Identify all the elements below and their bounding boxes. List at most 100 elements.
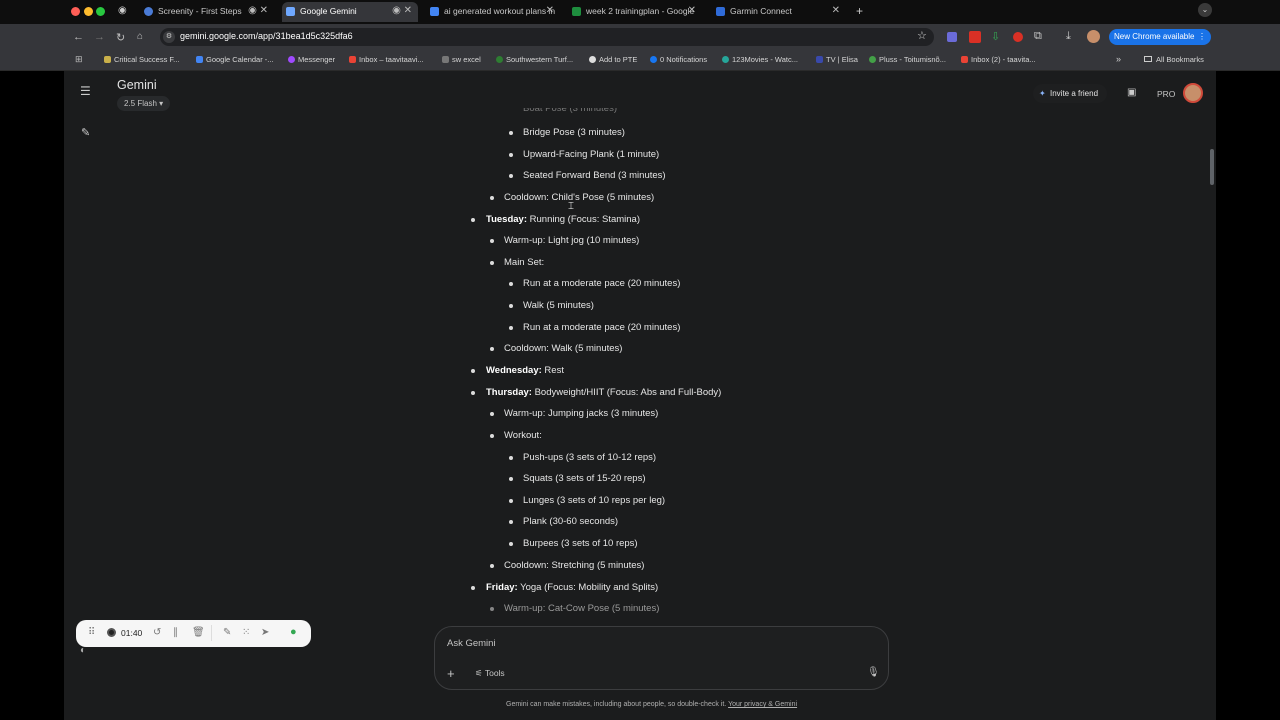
list-item: Push-ups (3 sets of 10-12 reps) [523,452,657,463]
new-chrome-available-button[interactable]: New Chrome available ⋮ [1109,29,1211,45]
toolbar-divider [211,625,212,641]
tab-search-icon[interactable]: ⌄ [1198,3,1212,17]
download-extension-icon[interactable]: ⇩ [991,30,1000,43]
list-item: Warm-up: Jumping jacks (3 minutes) [504,408,659,419]
gemini-favicon-icon [286,7,295,16]
camera-toggle-icon[interactable]: ◐ [80,645,86,656]
blur-icon[interactable]: ⁙ [242,627,250,638]
bookmark-favicon-icon [589,56,596,63]
more-bookmarks-icon[interactable]: » [1116,54,1121,64]
delete-icon[interactable]: 🗑 [192,627,205,638]
list-item: Walk (5 minutes) [523,300,594,311]
list-item: Warm-up: Cat-Cow Pose (5 minutes) [504,603,660,614]
bookmark-critical-success[interactable]: Critical Success F... [104,55,179,64]
invite-friend-button[interactable]: ✦ Invite a friend [1033,84,1108,103]
extension-icon[interactable] [947,32,957,42]
bookmark-tv-elisa[interactable]: TV | Elisa [816,55,858,64]
close-window-button[interactable] [71,7,80,16]
privacy-link[interactable]: Your privacy & Gemini [728,701,797,708]
forward-icon[interactable]: → [94,31,105,43]
close-tab-icon[interactable]: ✕ [546,2,554,20]
close-tab-icon[interactable]: ✕ [832,2,840,20]
bookmark-favicon-icon [869,56,876,63]
list-item: Squats (3 sets of 15-20 reps) [523,473,646,484]
apps-grid-icon[interactable]: ⊞ [75,54,83,65]
site-info-icon[interactable]: ⚙ [163,31,175,43]
add-files-icon[interactable]: + [447,666,455,681]
list-item: Cooldown: Child's Pose (5 minutes) [504,192,655,203]
bookmark-123movies[interactable]: 123Movies - Watc... [722,55,798,64]
extensions-puzzle-icon[interactable]: ⧉ [1034,30,1042,43]
list-item: Warm-up: Light jog (10 minutes) [504,235,640,246]
microphone-status-icon[interactable]: ● [290,626,297,638]
pen-icon[interactable]: ✎ [223,627,231,638]
app-title: Gemini [117,78,157,92]
disclaimer: Gemini can make mistakes, including abou… [506,701,798,708]
bookmark-favicon-icon [722,56,729,63]
bookmark-add-to-pte[interactable]: Add to PTE [589,55,637,64]
bookmark-star-icon[interactable]: ☆ [917,29,927,42]
sparkle-icon: ✦ [1039,89,1046,98]
list-item: Bridge Pose (3 minutes) [523,127,625,138]
all-bookmarks-button[interactable]: All Bookmarks [1144,55,1204,64]
bookmark-notifications[interactable]: 0 Notifications [650,55,707,64]
model-selector[interactable]: 2.5 Flash ▾ [117,96,171,111]
home-icon[interactable]: ⌂ [137,31,143,42]
close-tab-icon[interactable]: ◉ ✕ [392,2,412,20]
maximize-window-button[interactable] [96,7,105,16]
calendar-extension-icon[interactable] [969,31,981,43]
tab-week-2-trainingplan[interactable]: week 2 trainingplan - Google ✕ [568,2,702,22]
scrollbar-thumb[interactable] [1210,149,1214,185]
bookmark-messenger[interactable]: Messenger [288,55,335,64]
bookmark-favicon-icon [349,56,356,63]
tab-garmin-connect[interactable]: Garmin Connect ✕ [712,2,846,22]
minimize-window-button[interactable] [84,7,93,16]
main-menu-icon[interactable]: ☰ [80,84,91,98]
list-item: Run at a moderate pace (20 minutes) [523,278,681,289]
day-heading-wednesday: Wednesday: Rest [486,365,564,376]
list-item: Plank (30-60 seconds) [523,516,619,527]
account-avatar[interactable] [1183,83,1203,103]
back-icon[interactable]: ← [73,31,84,43]
bookmark-inbox[interactable]: Inbox – taavitaavi... [349,55,424,64]
tab-ai-workout-plans[interactable]: ai generated workout plans in ✕ [426,2,560,22]
list-item: Cooldown: Walk (5 minutes) [504,343,623,354]
list-item: Lunges (3 sets of 10 reps per leg) [523,495,666,506]
folder-icon [1144,56,1152,62]
new-chat-icon[interactable]: ✎ [81,126,90,139]
tab-screenity[interactable]: Screenity - First Steps ◉ ✕ [140,2,274,22]
share-icon[interactable]: ▣ [1127,87,1136,98]
bookmark-favicon-icon [496,56,503,63]
more-menu-icon: ⋮ [1198,32,1206,41]
ask-gemini-input[interactable]: Ask Gemini [447,638,496,649]
new-tab-button[interactable]: + [856,4,863,18]
bookmark-sw-excel[interactable]: sw excel [442,55,481,64]
close-tab-icon[interactable]: ✕ [688,2,696,20]
screenity-recording-icon[interactable]: ◉ [118,5,127,16]
bookmark-favicon-icon [104,56,111,63]
bookmark-google-calendar[interactable]: Google Calendar -... [196,55,274,64]
bookmark-pluss[interactable]: Pluss - Toitumisnõ... [869,55,946,64]
tools-button[interactable]: ⚟ Tools [475,668,505,679]
bookmark-southwestern-turf[interactable]: Southwestern Turf... [496,55,573,64]
list-item: Cooldown: Stretching (5 minutes) [504,560,645,571]
folder-icon [442,56,449,63]
downloads-icon[interactable]: ⤓ [1066,30,1071,43]
pause-icon[interactable]: ∥ [173,627,178,638]
drag-handle-icon[interactable]: ⠿ [88,627,95,638]
restart-icon[interactable]: ↺ [153,627,161,638]
profile-avatar-icon[interactable] [1087,30,1100,43]
recording-dot-icon [107,628,116,637]
close-tab-icon[interactable]: ◉ ✕ [248,2,268,20]
address-bar[interactable]: ⚙ gemini.google.com/app/31bea1d5c325dfa6… [160,28,934,46]
record-extension-icon[interactable] [1013,32,1023,42]
microphone-icon[interactable]: 🎙 [867,667,880,678]
prompt-box[interactable]: Ask Gemini + ⚟ Tools 🎙 [434,626,889,690]
tab-google-gemini[interactable]: Google Gemini ◉ ✕ [282,2,418,22]
tab-strip: ◉ Screenity - First Steps ◉ ✕ Google Gem… [0,0,1280,24]
day-heading-thursday: Thursday: Bodyweight/HIIT (Focus: Abs an… [486,387,722,398]
bookmark-inbox-2[interactable]: Inbox (2) - taavita... [961,55,1036,64]
reload-icon[interactable]: ↻ [116,31,125,44]
url-text: gemini.google.com/app/31bea1d5c325dfa6 [180,31,353,41]
cursor-icon[interactable]: ➤ [261,627,269,638]
